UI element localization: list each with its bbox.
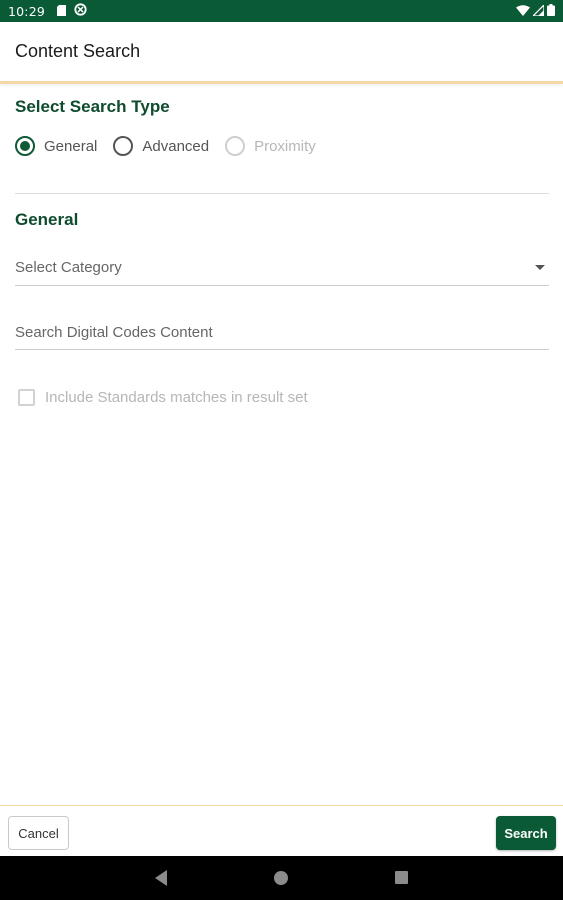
status-bar: 10:29 — [0, 0, 563, 22]
general-section-title: General — [15, 210, 79, 229]
home-icon[interactable] — [274, 871, 288, 885]
cancel-button[interactable]: Cancel — [8, 816, 69, 850]
radio-advanced[interactable]: Advanced — [113, 136, 209, 156]
radio-proximity-label: Proximity — [254, 137, 316, 155]
search-input-placeholder: Search Digital Codes Content — [15, 323, 213, 341]
radio-proximity: Proximity — [225, 136, 316, 156]
search-type-title: Select Search Type — [15, 97, 170, 116]
status-time: 10:29 — [8, 3, 46, 19]
dropdown-arrow-icon — [535, 265, 545, 270]
action-bar: Cancel Search — [0, 805, 563, 856]
page-title: Content Search — [15, 41, 141, 61]
system-nav-bar — [0, 856, 563, 900]
section-divider — [15, 193, 549, 194]
radio-unchecked-icon — [113, 136, 134, 156]
recent-apps-icon[interactable] — [395, 871, 408, 884]
sd-card-icon — [57, 4, 67, 19]
checkbox-unchecked-icon — [18, 389, 35, 406]
search-input[interactable]: Search Digital Codes Content — [15, 315, 549, 350]
battery-icon — [547, 3, 555, 19]
radio-unchecked-icon — [225, 136, 246, 156]
radio-general[interactable]: General — [15, 136, 97, 156]
category-select[interactable]: Select Category — [15, 250, 549, 286]
include-standards-option: Include Standards matches in result set — [18, 389, 308, 406]
radio-advanced-label: Advanced — [142, 137, 210, 155]
wifi-icon — [516, 4, 530, 19]
back-icon[interactable] — [155, 870, 167, 886]
app-header: Content Search — [0, 22, 563, 84]
include-standards-label: Include Standards matches in result set — [45, 389, 308, 406]
cell-signal-icon — [531, 2, 545, 19]
sync-icon — [74, 3, 87, 19]
radio-general-label: General — [44, 137, 98, 155]
search-button[interactable]: Search — [496, 816, 556, 850]
category-select-placeholder: Select Category — [15, 259, 122, 276]
search-type-radio-group: General Advanced Proximity — [15, 136, 332, 156]
radio-checked-icon — [15, 136, 35, 156]
